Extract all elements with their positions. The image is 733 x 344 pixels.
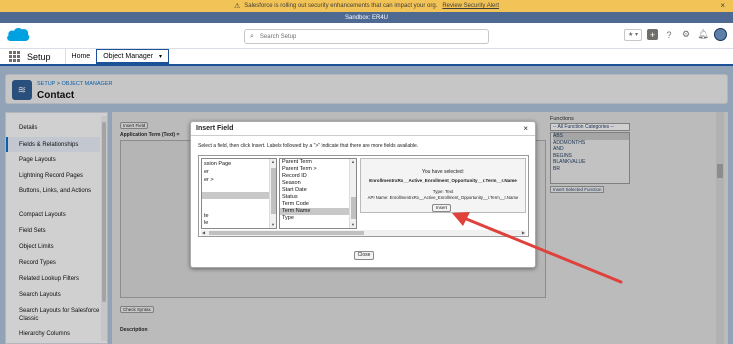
tab-object-manager-label: Object Manager [103,52,154,60]
scroll-down-icon[interactable]: ▼ [351,222,355,227]
scrollbar-thumb[interactable] [271,168,276,214]
list-item[interactable]: ssion Page [204,161,231,168]
list-item[interactable]: Parent Term > [282,166,317,173]
list-item-selected[interactable] [202,192,270,199]
dialog-title: Insert Field [191,122,535,136]
list-item-selected[interactable]: Term Name [280,208,349,215]
close-button[interactable]: Close [354,251,374,260]
scroll-right-icon[interactable]: ▶ [522,230,525,235]
list-scrollbar[interactable]: ▲ ▼ [269,159,276,228]
app-launcher-icon[interactable] [7,50,21,64]
field-type: Type: Text [432,189,454,194]
you-selected-label: You have selected: [421,169,465,175]
list-item[interactable]: Term Code [282,201,309,208]
alert-message: Salesforce is rolling out security enhan… [244,3,438,9]
horizontal-scrollbar[interactable]: ◀ ▶ [201,230,526,236]
list-scrollbar[interactable]: ▲ ▼ [349,159,356,228]
review-security-alert-link[interactable]: Review Security Alert [442,3,499,9]
list-item[interactable]: Record ID [282,173,307,180]
help-icon[interactable]: ? [663,29,675,41]
gear-icon[interactable]: ⚙ [680,29,692,41]
field-api-name: API Name: EnrollmentrxRx__Active_Enrollm… [367,195,519,200]
field-list-level-2[interactable]: Parent Term Parent Term > Record ID Seas… [279,158,357,229]
salesforce-logo-icon[interactable] [6,26,30,43]
scroll-left-icon[interactable]: ◀ [202,230,205,235]
tab-home[interactable]: Home [64,49,97,64]
list-item[interactable]: Start Date [282,187,307,194]
warning-icon: ⚠ [233,3,241,10]
scrollbar-thumb[interactable] [351,197,356,219]
close-icon[interactable]: × [720,1,725,10]
dialog-instructions: Select a field, then click Insert. Label… [198,143,419,149]
list-item[interactable]: Type [282,215,294,222]
chevron-down-icon[interactable]: ▾ [159,53,162,60]
field-list-level-1[interactable]: ssion Page er er > te le ▲ ▼ [201,158,277,229]
list-item[interactable]: Season [282,180,301,187]
list-item[interactable]: le [204,220,208,227]
search-placeholder: Search Setup [259,33,297,40]
scroll-up-icon[interactable]: ▲ [271,159,275,164]
insert-field-dialog: Insert Field × Select a field, then clic… [190,121,536,268]
list-item[interactable]: er > [204,177,214,184]
selected-field-name: EnrollmentrxRx__Active_Enrollment_Opport… [369,178,517,183]
tab-object-manager[interactable]: Object Manager ▾ [96,49,170,64]
global-actions-icon[interactable]: + [647,29,658,40]
header-utility-icons: ★ ▾ + ? ⚙ 🔔︎ [624,28,727,41]
scrollbar-thumb[interactable] [209,231,364,235]
close-icon[interactable]: × [523,124,528,133]
sandbox-label: Sandbox: ER4U [344,14,389,21]
insert-button[interactable]: Insert [432,204,451,212]
scroll-down-icon[interactable]: ▼ [271,222,275,227]
scroll-up-icon[interactable]: ▲ [351,159,355,164]
notifications-bell-icon[interactable]: 🔔︎ [697,29,709,41]
list-item[interactable]: er [204,169,209,176]
search-setup-input[interactable]: ⌕ Search Setup [244,29,489,44]
list-item[interactable]: te [204,213,209,220]
app-navigation-bar: Setup Home Object Manager ▾ [0,49,733,66]
avatar[interactable] [714,28,727,41]
app-name: Setup [27,51,51,62]
field-picker-frame: ssion Page er er > te le ▲ ▼ Parent Term… [198,155,529,237]
tab-home-label: Home [71,53,91,60]
search-icon: ⌕ [250,32,254,40]
list-item[interactable]: Parent Term [282,159,312,166]
global-header: ⌕ Search Setup ★ ▾ + ? ⚙ 🔔︎ [0,23,733,49]
list-item[interactable]: Status [282,194,298,201]
security-alert-bar: ⚠ Salesforce is rolling out security enh… [0,0,733,12]
favorites-icon[interactable]: ★ ▾ [624,28,642,41]
selected-field-detail: You have selected: EnrollmentrxRx__Activ… [360,158,526,213]
sandbox-banner: Sandbox: ER4U [0,12,733,23]
